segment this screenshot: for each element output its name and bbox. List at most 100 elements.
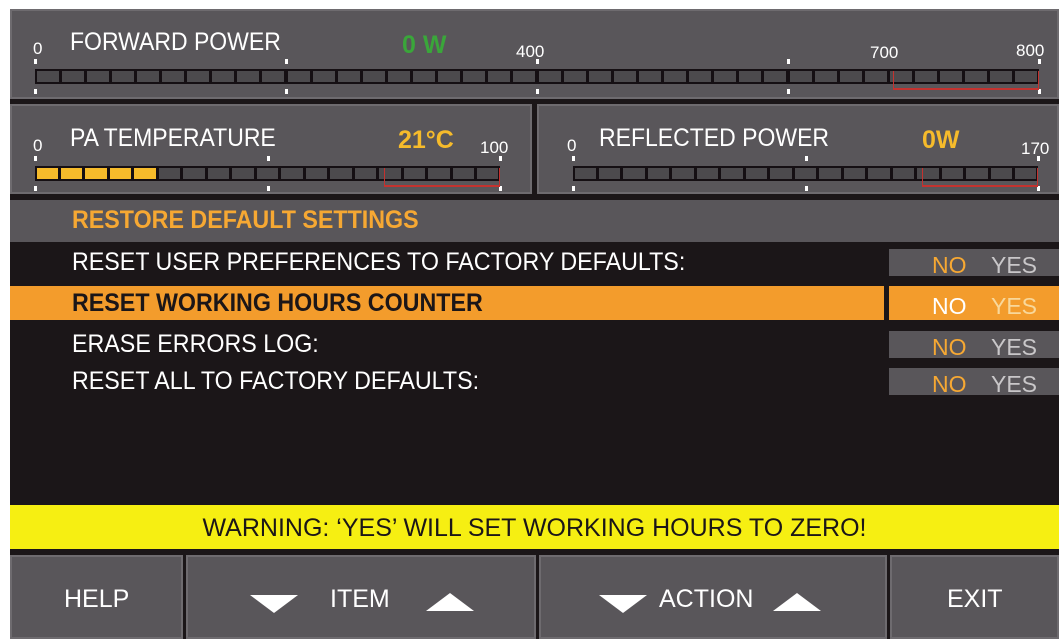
reflected-power-value: 0W [922, 126, 960, 154]
forward-power-label: FORWARD POWER [70, 28, 281, 56]
no-yes-toggle[interactable]: NO YES [889, 331, 1059, 361]
meter-segment [764, 71, 787, 82]
action-button[interactable]: ACTION [539, 555, 887, 639]
meter-segment [162, 71, 185, 82]
option-label: RESET ALL TO FACTORY DEFAULTS: [72, 367, 480, 395]
meter-segment [814, 71, 837, 82]
meter-segment [183, 168, 205, 179]
meter-segment [745, 168, 768, 179]
meter-segment [839, 71, 862, 82]
meter-tick [285, 59, 288, 94]
meter-segment [696, 168, 719, 179]
meter-segment [664, 71, 687, 82]
reflected-power-label: REFLECTED POWER [599, 124, 830, 152]
toggle-no[interactable]: NO [932, 334, 967, 361]
meter-tick [34, 156, 37, 191]
arrow-up-icon [773, 593, 821, 611]
meter-segment [739, 71, 762, 82]
meter-segment [362, 71, 385, 82]
help-button[interactable]: HELP [10, 555, 183, 639]
meter-segment [647, 168, 670, 179]
meter-segment [714, 71, 737, 82]
toggle-yes[interactable]: YES [991, 293, 1037, 320]
meter-segment [563, 71, 586, 82]
option-label: RESET WORKING HOURS COUNTER [72, 289, 483, 317]
exit-button-label: EXIT [947, 585, 1003, 613]
reflected-power-scale-min: 0 [567, 136, 577, 155]
section-title: RESTORE DEFAULT SETTINGS [72, 206, 419, 234]
pa-temperature-value: 21°C [398, 126, 454, 154]
meter-segment [337, 71, 360, 82]
option-row-reset-working-hours[interactable]: RESET WORKING HOURS COUNTER NO YES [10, 286, 1059, 320]
forward-power-scale-400: 400 [516, 42, 545, 61]
reflected-power-scale-max: 170 [1021, 139, 1050, 158]
meter-segment [538, 71, 561, 82]
toggle-yes[interactable]: YES [991, 252, 1037, 279]
meter-segment [354, 168, 377, 179]
reflected-power-bar [572, 156, 1040, 191]
meter-segment [60, 168, 83, 179]
arrow-down-icon [599, 595, 647, 613]
meter-segment [513, 71, 536, 82]
meter-segment [789, 71, 812, 82]
meter-segment [232, 168, 254, 179]
meter-segment [843, 168, 866, 179]
forward-power-panel: 0 FORWARD POWER 0 W 400 700 800 [10, 9, 1059, 99]
meter-red-zone [383, 168, 500, 187]
pa-temperature-scale-max: 100 [480, 138, 509, 157]
option-row-erase-errors-log[interactable]: ERASE ERRORS LOG: NO YES [10, 327, 1059, 361]
section-header: RESTORE DEFAULT SETTINGS [10, 200, 1059, 242]
pa-temperature-bar [34, 156, 502, 191]
option-row-reset-user-preferences[interactable]: RESET USER PREFERENCES TO FACTORY DEFAUL… [10, 245, 1059, 279]
meter-segment [61, 71, 84, 82]
meter-segment [109, 168, 132, 179]
meter-segment [281, 168, 303, 179]
exit-button[interactable]: EXIT [890, 555, 1059, 639]
meter-segment [638, 71, 661, 82]
meter-segment [588, 71, 611, 82]
meter-tick [572, 156, 575, 191]
meter-segment [237, 71, 260, 82]
meter-segment [413, 71, 436, 82]
warning-banner: WARNING: ‘YES’ WILL SET WORKING HOURS TO… [10, 505, 1059, 549]
meter-segment [134, 168, 156, 179]
toggle-yes[interactable]: YES [991, 334, 1037, 361]
meter-segment [892, 168, 915, 179]
item-button[interactable]: ITEM [186, 555, 536, 639]
meter-segment [111, 71, 134, 82]
meter-segment [721, 168, 743, 179]
forward-power-scale-700: 700 [870, 43, 899, 62]
no-yes-toggle[interactable]: NO YES [889, 286, 1059, 320]
meter-segment [36, 168, 58, 179]
meter-tick [266, 156, 270, 191]
pa-temperature-panel: 0 PA TEMPERATURE 21°C 100 [10, 104, 532, 194]
meter-segment [262, 71, 285, 82]
meter-segment [689, 71, 712, 82]
forward-power-value: 0 W [402, 31, 447, 59]
option-label: ERASE ERRORS LOG: [72, 330, 319, 358]
arrow-down-icon [250, 595, 298, 613]
meter-segment [85, 168, 107, 179]
meter-segment [623, 168, 645, 179]
pa-temperature-scale-min: 0 [33, 136, 43, 155]
no-yes-toggle[interactable]: NO YES [889, 249, 1059, 279]
toggle-no[interactable]: NO [932, 252, 967, 279]
meter-red-zone [921, 168, 1038, 187]
meter-segment [187, 71, 210, 82]
meter-red-zone [893, 71, 1039, 90]
meter-segment [330, 168, 352, 179]
meter-segment [868, 168, 890, 179]
meter-segment [598, 168, 621, 179]
toggle-no[interactable]: NO [932, 293, 967, 320]
meter-segment [158, 168, 181, 179]
meter-tick [787, 59, 790, 94]
meter-segment [305, 168, 328, 179]
screen: 0 FORWARD POWER 0 W 400 700 800 0 PA TEM… [10, 9, 1059, 639]
help-button-label: HELP [64, 585, 130, 613]
option-row-reset-all[interactable]: RESET ALL TO FACTORY DEFAULTS: NO YES [10, 364, 1059, 398]
meter-segment [287, 71, 310, 82]
toggle-no[interactable]: NO [932, 371, 967, 398]
no-yes-toggle[interactable]: NO YES [889, 368, 1059, 398]
toggle-yes[interactable]: YES [991, 371, 1037, 398]
meter-segment [864, 71, 887, 82]
